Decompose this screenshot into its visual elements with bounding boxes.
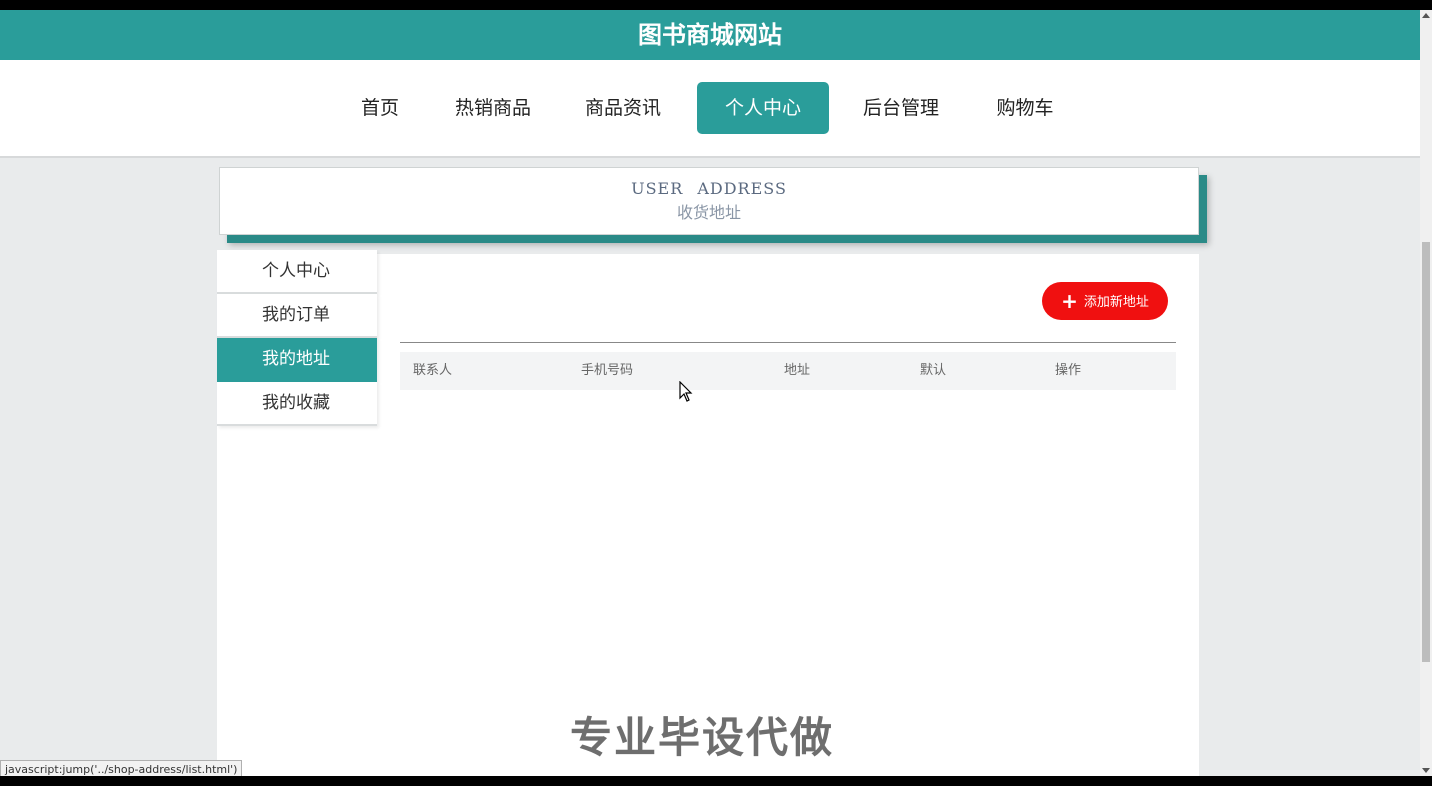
nav-item-admin[interactable]: 后台管理 (854, 82, 948, 134)
section-title-cn: 收货地址 (676, 203, 741, 222)
nav-item-personal-center[interactable]: 个人中心 (697, 82, 829, 134)
nav-item-product-news[interactable]: 商品资讯 (576, 82, 670, 134)
plus-icon: + (1061, 289, 1078, 313)
add-address-button[interactable]: + 添加新地址 (1042, 282, 1168, 320)
nav-item-hot-products[interactable]: 热销商品 (446, 82, 540, 134)
sidebar-item-personal-center[interactable]: 个人中心 (217, 250, 377, 294)
browser-viewport: 图书商城网站 首页 热销商品 商品资讯 个人中心 后台管理 购物车 USER A… (0, 10, 1420, 776)
scrollbar-thumb[interactable] (1422, 242, 1430, 662)
scroll-down-arrow-icon[interactable] (1422, 768, 1430, 773)
section-header: USER ADDRESS 收货地址 (219, 167, 1199, 235)
add-address-label: 添加新地址 (1083, 295, 1149, 310)
vertical-scrollbar[interactable] (1420, 10, 1432, 776)
scroll-up-arrow-icon[interactable] (1422, 13, 1430, 18)
site-title-bar: 图书商城网站 (0, 10, 1420, 60)
address-table-header: 联系人 手机号码 地址 默认 操作 (400, 352, 1176, 390)
sidebar-item-my-orders[interactable]: 我的订单 (217, 294, 377, 338)
main-nav: 首页 热销商品 商品资讯 个人中心 后台管理 购物车 (0, 60, 1420, 158)
column-header-address: 地址 (784, 363, 811, 378)
column-header-phone: 手机号码 (581, 363, 634, 378)
site-title: 图书商城网站 (638, 21, 782, 49)
column-header-default: 默认 (920, 363, 947, 378)
nav-item-cart[interactable]: 购物车 (987, 82, 1063, 134)
nav-item-home[interactable]: 首页 (348, 82, 412, 134)
column-header-actions: 操作 (1055, 363, 1082, 378)
mouse-cursor-icon (679, 381, 693, 402)
sidebar: 个人中心 我的订单 我的地址 我的收藏 (217, 250, 377, 426)
sidebar-item-my-address[interactable]: 我的地址 (217, 338, 377, 382)
column-header-contact: 联系人 (413, 363, 453, 378)
watermark-text: 专业毕设代做 (570, 713, 835, 762)
section-title-en: USER ADDRESS (631, 179, 787, 198)
status-bar-url: javascript:jump('../shop-address/list.ht… (0, 760, 243, 776)
divider (400, 342, 1176, 343)
sidebar-item-my-favorites[interactable]: 我的收藏 (217, 382, 377, 426)
